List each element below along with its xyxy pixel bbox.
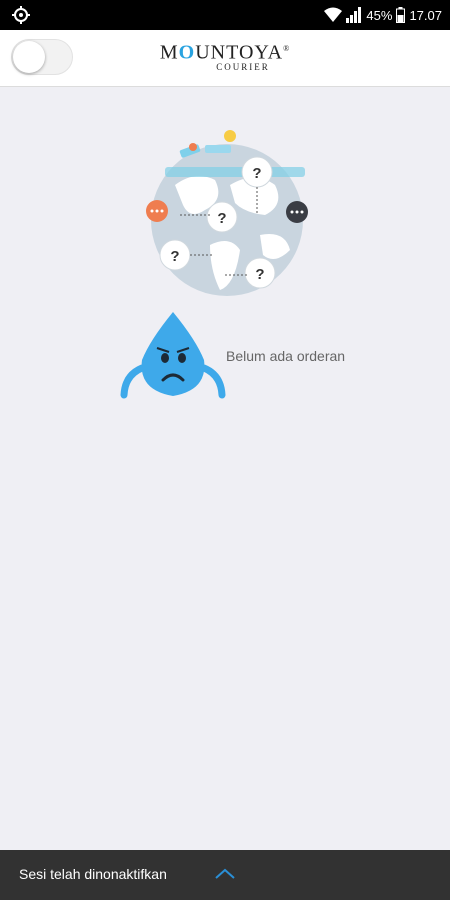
brand-logo: MOUNTOYA® COURIER [150, 38, 300, 72]
sad-drop-illustration [120, 312, 226, 399]
chevron-up-icon[interactable] [213, 866, 237, 882]
wifi-icon [324, 7, 343, 22]
battery-icon [396, 7, 406, 23]
snackbar-message: Sesi telah dinonaktifkan [19, 866, 167, 882]
brand-name: MOUNTOYA® [159, 41, 291, 64]
snackbar: Sesi telah dinonaktifkan [0, 850, 450, 900]
clock: 17.07 [409, 7, 442, 23]
globe-illustration: ? ? ? ? [146, 130, 308, 296]
app-bar: MOUNTOYA® COURIER [0, 30, 450, 87]
online-toggle[interactable] [11, 39, 73, 75]
svg-text:?: ? [252, 165, 261, 182]
svg-text:?: ? [255, 266, 264, 283]
signal-icon [346, 7, 362, 23]
empty-orders-message: Belum ada orderan [226, 348, 346, 364]
svg-text:?: ? [217, 210, 226, 227]
location-icon [12, 6, 30, 24]
svg-text:?: ? [170, 248, 179, 265]
toggle-knob[interactable] [13, 41, 45, 73]
status-bar: 45% 17.07 [0, 0, 450, 30]
battery-percent: 45% [366, 7, 393, 23]
